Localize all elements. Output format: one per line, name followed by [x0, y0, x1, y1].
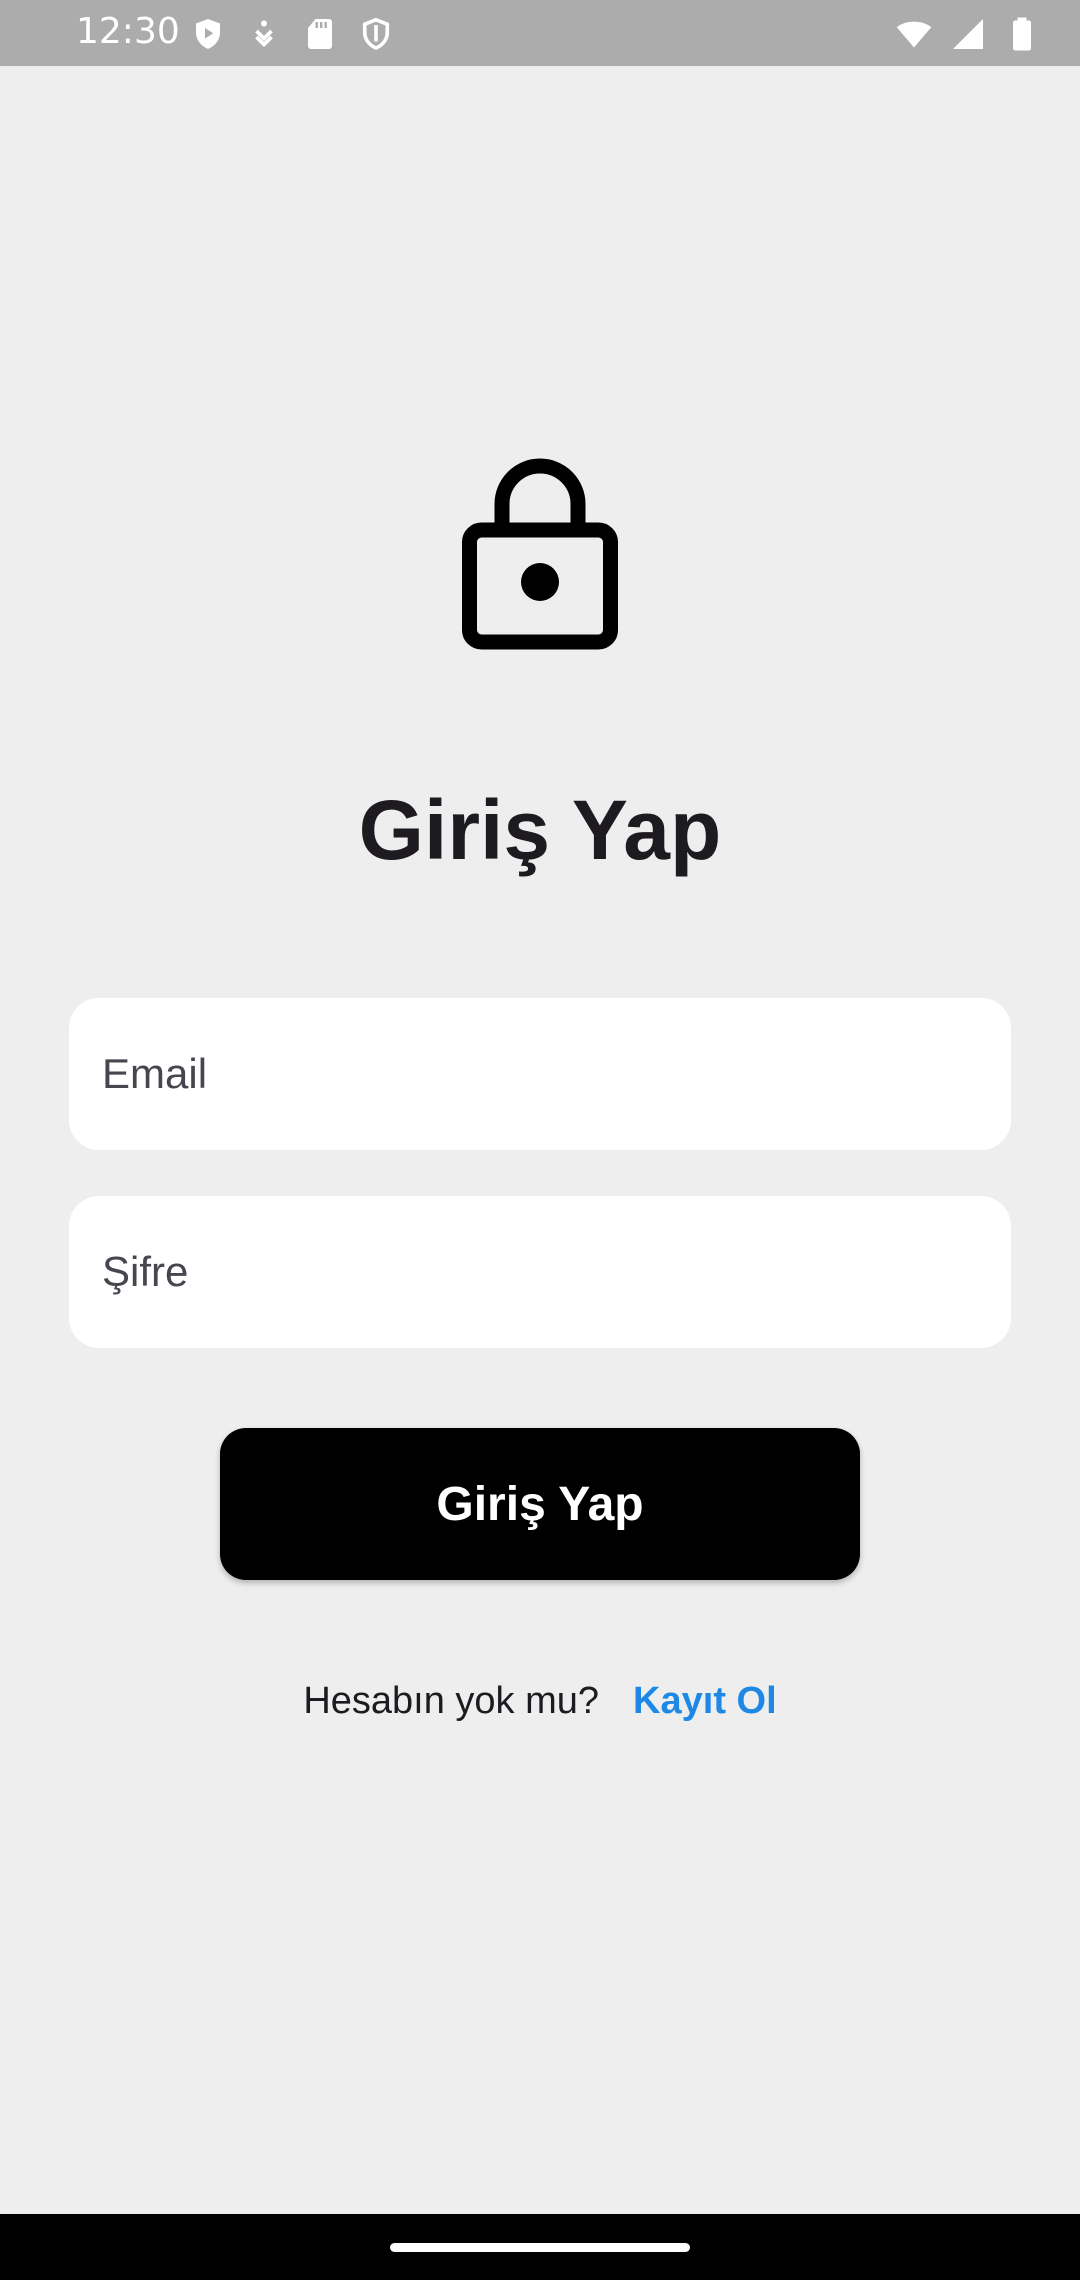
notification-icons — [190, 16, 394, 52]
password-field[interactable] — [69, 1196, 1011, 1348]
email-input[interactable] — [102, 998, 1011, 1150]
sd-card-icon — [308, 19, 332, 49]
navigation-bar — [0, 2214, 1080, 2280]
shield-outline-icon — [362, 17, 390, 50]
signup-link[interactable]: Kayıt Ol — [633, 1676, 777, 1726]
signup-prompt: Hesabın yok mu? — [303, 1680, 600, 1722]
system-icons — [896, 16, 1040, 52]
status-bar: 12:30 — [0, 0, 1080, 66]
battery-icon — [1013, 17, 1031, 51]
download-icon — [255, 20, 273, 48]
login-button[interactable]: Giriş Yap — [220, 1428, 860, 1580]
email-field[interactable] — [69, 998, 1011, 1150]
page-title: Giriş Yap — [358, 783, 722, 877]
home-indicator[interactable] — [390, 2243, 690, 2252]
password-input[interactable] — [102, 1196, 1011, 1348]
lock-icon — [462, 458, 618, 650]
signal-icon — [953, 19, 983, 49]
wifi-icon — [896, 21, 932, 48]
shield-play-icon — [196, 19, 220, 49]
status-time: 12:30 — [76, 11, 180, 52]
signup-row: Hesabın yok mu? Kayıt Ol — [0, 1676, 1080, 1726]
